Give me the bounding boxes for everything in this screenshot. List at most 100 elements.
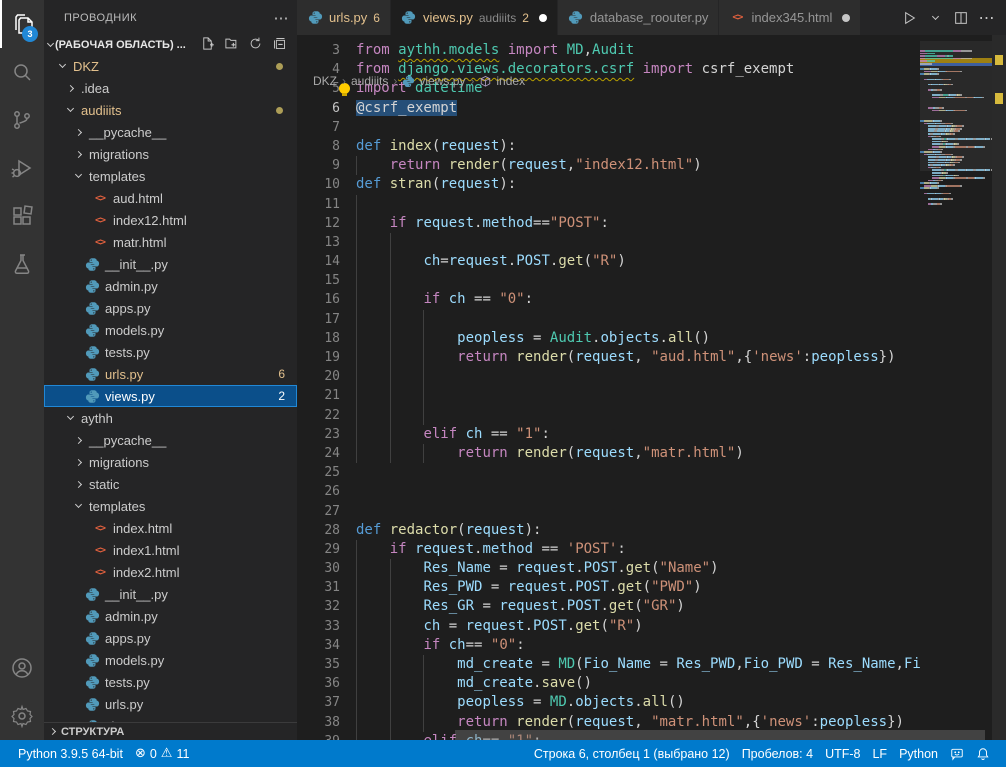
workspace-section-header[interactable]: (РАБОЧАЯ ОБЛАСТЬ) ... [44,35,297,55]
run-icon[interactable] [898,7,920,29]
code-line-37[interactable]: 37 peopless = MD.objects.all() [297,693,920,712]
tree-file-matr-html[interactable]: <>matr.html [44,231,297,253]
status-language[interactable]: Python [893,740,944,767]
status-feedback-icon[interactable] [944,740,970,767]
more-icon[interactable]: ⋯ [976,7,998,29]
activitybar-testing-icon[interactable] [0,240,44,288]
tab-database-roouter-py[interactable]: database_roouter.py [558,0,720,35]
status-problems[interactable]: ⊗0⚠11 [129,740,196,767]
code-line-30[interactable]: 30 Res_Name = request.POST.get("Name") [297,559,920,578]
tree-file-index2-html[interactable]: <>index2.html [44,561,297,583]
dirty-dot-icon[interactable] [539,14,547,22]
code-editor[interactable]: 3from aythh.models import MD,Audit4from … [297,41,920,740]
tree-folder-templates[interactable]: templates [44,165,297,187]
code-line-6[interactable]: 6@csrf_exempt [297,99,920,118]
code-line-3[interactable]: 3from aythh.models import MD,Audit [297,41,920,60]
activitybar-settings-icon[interactable] [0,692,44,740]
tree-folder-templates[interactable]: templates [44,495,297,517]
code-line-23[interactable]: 23 elif ch == "1": [297,425,920,444]
activitybar-run-debug-icon[interactable] [0,144,44,192]
breadcrumb-item-dkz[interactable]: DKZ [313,74,337,88]
tab-index345-html[interactable]: <>index345.html [719,0,861,35]
tree-file-index12-html[interactable]: <>index12.html [44,209,297,231]
code-line-36[interactable]: 36 md_create.save() [297,674,920,693]
status-interpreter[interactable]: Python 3.9.5 64-bit [12,740,129,767]
collapse-all-icon[interactable] [272,36,287,54]
tree-file-apps-py[interactable]: apps.py [44,297,297,319]
tree-file--init-py[interactable]: __init__.py [44,583,297,605]
tree-file-index-html[interactable]: <>index.html [44,517,297,539]
status-cursor[interactable]: Строка 6, столбец 1 (выбрано 12) [528,740,736,767]
tree-file-admin-py[interactable]: admin.py [44,275,297,297]
tree-file-models-py[interactable]: models.py [44,319,297,341]
code-line-24[interactable]: 24 return render(request,"matr.html") [297,444,920,463]
overview-ruler-scrollbar[interactable] [992,35,1006,740]
refresh-icon[interactable] [248,36,263,54]
minimap[interactable] [920,50,992,206]
activitybar-search-icon[interactable] [0,48,44,96]
code-line-27[interactable]: 27 [297,502,920,521]
outline-section-header[interactable]: СТРУКТУРА [44,722,297,740]
activitybar-extensions-icon[interactable] [0,192,44,240]
code-line-25[interactable]: 25 [297,463,920,482]
code-line-13[interactable]: 13 [297,233,920,252]
code-line-31[interactable]: 31 Res_PWD = request.POST.get("PWD") [297,578,920,597]
tree-file-apps-py[interactable]: apps.py [44,627,297,649]
code-line-32[interactable]: 32 Res_GR = request.POST.get("GR") [297,597,920,616]
tree-folder--pycache-[interactable]: __pycache__ [44,429,297,451]
code-line-35[interactable]: 35 md_create = MD(Fio_Name = Res_PWD,Fio… [297,655,920,674]
code-line-7[interactable]: 7 [297,118,920,137]
tree-file-admin-py[interactable]: admin.py [44,605,297,627]
dirty-dot-icon[interactable] [842,14,850,22]
activitybar-source-control-icon[interactable] [0,96,44,144]
tree-folder-audiiits[interactable]: audiiits [44,99,297,121]
tree-file-urls-py[interactable]: urls.py [44,693,297,715]
code-line-12[interactable]: 12 if request.method=="POST": [297,214,920,233]
tree-file-aud-html[interactable]: <>aud.html [44,187,297,209]
code-line-28[interactable]: 28def redactor(request): [297,521,920,540]
activitybar-account-icon[interactable] [0,644,44,692]
code-line-22[interactable]: 22 [297,406,920,425]
tree-folder-dkz[interactable]: DKZ [44,55,297,77]
tree-folder-migrations[interactable]: migrations [44,451,297,473]
tree-file-urls-py[interactable]: urls.py6 [44,363,297,385]
sidebar-more-icon[interactable]: ⋯ [274,9,290,27]
code-line-38[interactable]: 38 return render(request, "matr.html",{'… [297,713,920,732]
tree-folder-migrations[interactable]: migrations [44,143,297,165]
tree-file-views-py[interactable]: views.py2 [44,385,297,407]
code-line-14[interactable]: 14 ch=request.POST.get("R") [297,252,920,271]
tree-file-index1-html[interactable]: <>index1.html [44,539,297,561]
code-line-9[interactable]: 9 return render(request,"index12.html") [297,156,920,175]
code-line-10[interactable]: 10def stran(request): [297,175,920,194]
tab-urls-py[interactable]: urls.py6 [297,0,391,35]
code-line-33[interactable]: 33 ch = request.POST.get("R") [297,617,920,636]
new-file-icon[interactable] [200,36,215,54]
tree-folder-aythh[interactable]: aythh [44,407,297,429]
status-encoding[interactable]: UTF-8 [819,740,866,767]
status-indent[interactable]: Пробелов: 4 [736,740,819,767]
tree-file-tests-py[interactable]: tests.py [44,341,297,363]
status-eol[interactable]: LF [866,740,893,767]
breadcrumb-item-views-py[interactable]: views.py [402,74,465,88]
tree-file--init-py[interactable]: __init__.py [44,253,297,275]
activitybar-explorer-icon[interactable]: 3 [0,0,44,48]
tree-file-models-py[interactable]: models.py [44,649,297,671]
tree-folder-static[interactable]: static [44,473,297,495]
code-line-17[interactable]: 17 [297,310,920,329]
code-line-19[interactable]: 19 return render(request, "aud.html",{'n… [297,348,920,367]
code-line-34[interactable]: 34 if ch== "0": [297,636,920,655]
code-line-26[interactable]: 26 [297,482,920,501]
breadcrumb-item-index[interactable]: index [479,74,525,88]
split-editor-icon[interactable] [950,7,972,29]
tree-folder--idea[interactable]: .idea [44,77,297,99]
code-line-20[interactable]: 20 [297,367,920,386]
tab-views-py[interactable]: views.pyaudiiits2 [391,0,558,35]
tree-folder--pycache-[interactable]: __pycache__ [44,121,297,143]
code-line-21[interactable]: 21 [297,386,920,405]
status-notifications-icon[interactable] [970,740,996,767]
code-line-29[interactable]: 29 if request.method == 'POST': [297,540,920,559]
run-dropdown-icon[interactable] [924,7,946,29]
horizontal-scrollbar[interactable] [455,730,985,740]
code-line-16[interactable]: 16 if ch == "0": [297,290,920,309]
new-folder-icon[interactable] [224,36,239,54]
